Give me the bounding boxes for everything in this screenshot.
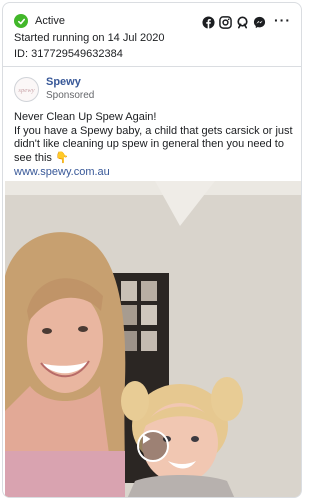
platform-icons <box>202 16 266 29</box>
sponsored-label: Sponsored <box>46 90 95 101</box>
page-meta: Spewy Sponsored <box>46 76 94 102</box>
facebook-icon <box>202 16 215 29</box>
ad-id: ID: 317729549632384 <box>14 48 123 60</box>
play-icon <box>143 434 151 444</box>
ad-card: Active Started running on 14 Jul 2020 ID… <box>2 2 302 498</box>
ad-link[interactable]: www.spewy.com.au <box>14 166 299 180</box>
divider <box>3 66 301 67</box>
audience-network-icon <box>236 16 249 29</box>
play-button[interactable] <box>137 430 169 462</box>
ad-video[interactable] <box>5 181 301 497</box>
page-name-link[interactable]: Spewy <box>46 76 94 89</box>
check-icon <box>14 14 28 28</box>
instagram-icon <box>219 16 232 29</box>
ad-header: spewy Spewy Sponsored <box>14 76 94 102</box>
ad-text: If you have a Spewy baby, a child that g… <box>14 124 293 164</box>
messenger-icon <box>253 16 266 29</box>
page-avatar[interactable]: spewy <box>14 76 39 102</box>
ad-body: Never Clean Up Spew Again! If you have a… <box>14 111 299 180</box>
more-options-button[interactable]: ··· <box>274 12 291 28</box>
ad-headline: Never Clean Up Spew Again! <box>14 111 157 123</box>
start-date: Started running on 14 Jul 2020 <box>14 32 165 44</box>
status-label: Active <box>35 15 65 27</box>
svg-text:spewy: spewy <box>18 87 34 94</box>
